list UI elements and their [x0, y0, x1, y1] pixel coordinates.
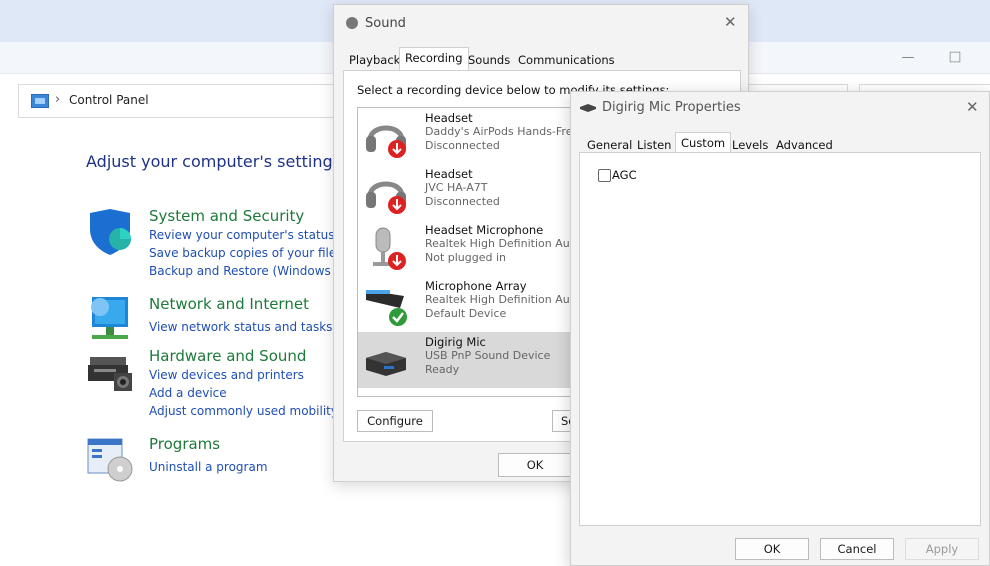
maximize-button[interactable] [949, 51, 961, 63]
link-review-status[interactable]: Review your computer's status [149, 228, 335, 242]
apply-button[interactable]: Apply [905, 538, 979, 560]
link-backup-restore[interactable]: Backup and Restore (Windows 7) [149, 264, 347, 278]
shield-icon [90, 209, 131, 255]
device-description: Realtek High Definition Au [425, 237, 570, 250]
close-icon[interactable]: ✕ [724, 13, 737, 31]
headset-icon [366, 125, 406, 158]
dialog-title: Digirig Mic Properties [602, 100, 741, 115]
category-title[interactable]: Hardware and Sound [149, 347, 306, 365]
tab-recording[interactable]: Recording [399, 47, 469, 71]
link-view-devices[interactable]: View devices and printers [149, 368, 304, 382]
agc-label[interactable]: AGC [612, 168, 637, 182]
device-name: Microphone Array [425, 279, 527, 293]
device-icon [580, 104, 596, 112]
device-status: Disconnected [425, 195, 500, 208]
device-name: Headset [425, 111, 473, 125]
category-title[interactable]: Programs [149, 435, 220, 453]
minimize-button[interactable] [896, 50, 922, 64]
device-status: Ready [425, 363, 460, 376]
address-text[interactable]: Control Panel [69, 93, 149, 107]
category-title[interactable]: System and Security [149, 207, 304, 225]
link-mobility-settings[interactable]: Adjust commonly used mobility s [149, 404, 348, 418]
device-properties-dialog: Digirig Mic Properties ✕ General Listen … [570, 91, 990, 566]
custom-panel: AGC [579, 152, 981, 526]
page-title: Adjust your computer's settings [86, 152, 341, 171]
dialog-title: Sound [365, 16, 406, 31]
control-panel-icon [31, 94, 49, 108]
microphone-array-icon [366, 290, 407, 326]
network-globe-icon [91, 297, 128, 339]
tab-communications[interactable]: Communications [512, 49, 621, 71]
device-name: Headset [425, 167, 473, 181]
chevron-right-icon[interactable]: › [55, 92, 60, 107]
cancel-button[interactable]: Cancel [820, 538, 894, 560]
speaker-icon [346, 17, 358, 29]
configure-button[interactable]: Configure [357, 410, 433, 432]
device-description: Daddy's AirPods Hands-Fre [425, 125, 573, 138]
device-name: Headset Microphone [425, 223, 544, 237]
device-status: Default Device [425, 307, 507, 320]
tab-sounds[interactable]: Sounds [462, 49, 516, 71]
programs-icon [87, 438, 133, 482]
printer-icon [88, 357, 132, 391]
headset-icon [366, 181, 406, 214]
device-status: Disconnected [425, 139, 500, 152]
device-description: USB PnP Sound Device [425, 349, 551, 362]
ok-button[interactable]: OK [735, 538, 809, 560]
tab-playback[interactable]: Playback [343, 49, 406, 71]
agc-checkbox[interactable] [598, 169, 611, 182]
link-uninstall-program[interactable]: Uninstall a program [149, 460, 268, 474]
link-save-backup[interactable]: Save backup copies of your files w [149, 246, 356, 260]
close-icon[interactable]: ✕ [966, 98, 979, 116]
usb-sound-device-icon [366, 352, 406, 376]
link-add-device[interactable]: Add a device [149, 386, 227, 400]
device-description: JVC HA-A7T [425, 181, 488, 194]
link-network-status[interactable]: View network status and tasks [149, 320, 332, 334]
category-title[interactable]: Network and Internet [149, 295, 309, 313]
microphone-icon [373, 227, 406, 270]
ok-button[interactable]: OK [498, 453, 572, 477]
device-name: Digirig Mic [425, 335, 486, 349]
device-status: Not plugged in [425, 251, 507, 264]
device-description: Realtek High Definition Au [425, 293, 570, 306]
